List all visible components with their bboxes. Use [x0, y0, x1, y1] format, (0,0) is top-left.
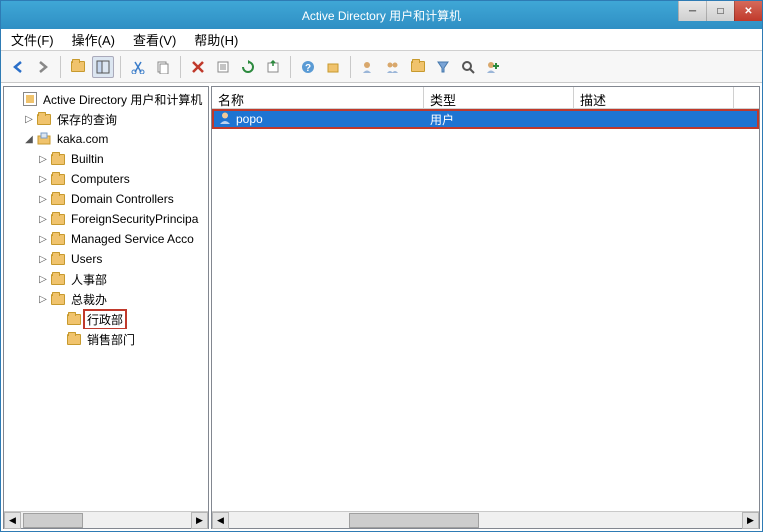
cell-name: popo: [236, 112, 263, 126]
copy-button[interactable]: [152, 56, 174, 78]
tree-node[interactable]: ▷ ForeignSecurityPrincipa: [4, 209, 208, 229]
cut-button[interactable]: [127, 56, 149, 78]
properties-button[interactable]: [212, 56, 234, 78]
list-header: 名称 类型 描述: [212, 87, 759, 109]
add-to-group-button[interactable]: [482, 56, 504, 78]
menu-view[interactable]: 查看(V): [129, 28, 180, 51]
list-hscrollbar[interactable]: ◀ ▶: [212, 511, 759, 528]
back-button[interactable]: [7, 56, 29, 78]
scroll-left-icon[interactable]: ◀: [4, 512, 21, 529]
show-hide-tree-button[interactable]: [92, 56, 114, 78]
folder-icon: [50, 211, 66, 227]
filter-button[interactable]: [432, 56, 454, 78]
expand-icon[interactable]: ▷: [36, 254, 50, 265]
tree-label: 销售部门: [85, 331, 137, 348]
refresh-button[interactable]: [237, 56, 259, 78]
tree-node[interactable]: ▷销售部门: [4, 329, 208, 349]
folder-icon: [66, 311, 82, 327]
tree-label: kaka.com: [55, 132, 110, 146]
tree-pane: ▷ Active Directory 用户和计算机 ▷ 保存的查询 ◢ kaka…: [3, 86, 209, 529]
find-container-button[interactable]: [322, 56, 344, 78]
folder-icon: [50, 291, 66, 307]
expand-icon[interactable]: ▷: [36, 234, 50, 245]
tree-domain[interactable]: ◢ kaka.com: [4, 129, 208, 149]
add-group-button[interactable]: [382, 56, 404, 78]
find-button[interactable]: [457, 56, 479, 78]
tree-node[interactable]: ▷ Domain Controllers: [4, 189, 208, 209]
svg-text:?: ?: [305, 63, 311, 74]
scroll-left-icon[interactable]: ◀: [212, 512, 229, 529]
list-pane: 名称 类型 描述 popo 用户 ◀ ▶: [211, 86, 760, 529]
tree-node[interactable]: ▷ Managed Service Acco: [4, 229, 208, 249]
ad-root-icon: [22, 91, 38, 107]
scroll-right-icon[interactable]: ▶: [191, 512, 208, 529]
add-user-button[interactable]: [357, 56, 379, 78]
tree-label: Builtin: [69, 152, 106, 166]
tree-root[interactable]: ▷ Active Directory 用户和计算机: [4, 89, 208, 109]
tree-node[interactable]: ▷ Computers: [4, 169, 208, 189]
expand-icon[interactable]: ▷: [36, 294, 50, 305]
collapse-icon[interactable]: ◢: [22, 134, 36, 145]
close-button[interactable]: ✕: [734, 1, 762, 21]
list-row[interactable]: popo 用户: [212, 109, 759, 129]
tree-root-label: Active Directory 用户和计算机: [41, 91, 204, 108]
list-body[interactable]: popo 用户: [212, 109, 759, 511]
folder-icon: [50, 151, 66, 167]
tree-label: Computers: [69, 172, 132, 186]
menu-file[interactable]: 文件(F): [7, 28, 58, 51]
folder-icon: [50, 191, 66, 207]
tree-label: 人事部: [69, 271, 109, 288]
domain-icon: [36, 131, 52, 147]
tree-node[interactable]: ▷ Builtin: [4, 149, 208, 169]
folder-icon: [71, 61, 85, 72]
tree-label: Managed Service Acco: [69, 232, 196, 246]
folder-icon: [50, 171, 66, 187]
tree-label: 保存的查询: [55, 111, 119, 128]
export-button[interactable]: [262, 56, 284, 78]
tree-node[interactable]: ▷ 总裁办: [4, 289, 208, 309]
menu-action[interactable]: 操作(A): [68, 28, 119, 51]
tree-saved-queries[interactable]: ▷ 保存的查询: [4, 109, 208, 129]
folder-icon: [50, 271, 66, 287]
minimize-button[interactable]: ─: [678, 1, 706, 21]
navigation-tree[interactable]: ▷ Active Directory 用户和计算机 ▷ 保存的查询 ◢ kaka…: [4, 87, 208, 511]
expand-icon[interactable]: ▷: [36, 214, 50, 225]
column-type[interactable]: 类型: [424, 87, 574, 108]
folder-icon: [66, 331, 82, 347]
up-folder-button[interactable]: [67, 56, 89, 78]
add-ou-button[interactable]: [407, 56, 429, 78]
tree-label: Users: [69, 252, 104, 266]
tree-label: ForeignSecurityPrincipa: [69, 212, 200, 226]
tree-node[interactable]: ▷ Users: [4, 249, 208, 269]
expand-icon[interactable]: ▷: [36, 154, 50, 165]
titlebar: Active Directory 用户和计算机 ─ □ ✕: [1, 1, 762, 29]
expand-icon[interactable]: ▷: [36, 274, 50, 285]
folder-icon: [50, 231, 66, 247]
user-icon: [218, 111, 232, 128]
expand-icon[interactable]: ▷: [22, 114, 36, 125]
expand-icon[interactable]: ▷: [36, 174, 50, 185]
tree-node[interactable]: ▷行政部: [4, 309, 208, 329]
delete-button[interactable]: [187, 56, 209, 78]
tree-label: 行政部: [85, 311, 125, 328]
tree-label: Domain Controllers: [69, 192, 176, 206]
menubar: 文件(F) 操作(A) 查看(V) 帮助(H): [1, 29, 762, 51]
folder-icon: [36, 111, 52, 127]
folder-icon: [411, 61, 425, 72]
toolbar: ?: [1, 51, 762, 83]
tree-label: 总裁办: [69, 291, 109, 308]
forward-button[interactable]: [32, 56, 54, 78]
menu-help[interactable]: 帮助(H): [190, 28, 242, 51]
column-desc[interactable]: 描述: [574, 87, 734, 108]
tree-node[interactable]: ▷ 人事部: [4, 269, 208, 289]
folder-icon: [50, 251, 66, 267]
column-name[interactable]: 名称: [212, 87, 424, 108]
window-title: Active Directory 用户和计算机: [302, 7, 461, 24]
maximize-button[interactable]: □: [706, 1, 734, 21]
cell-type: 用户: [424, 111, 574, 128]
scroll-right-icon[interactable]: ▶: [742, 512, 759, 529]
tree-hscrollbar[interactable]: ◀ ▶: [4, 511, 208, 528]
help-button[interactable]: ?: [297, 56, 319, 78]
expand-icon[interactable]: ▷: [36, 194, 50, 205]
